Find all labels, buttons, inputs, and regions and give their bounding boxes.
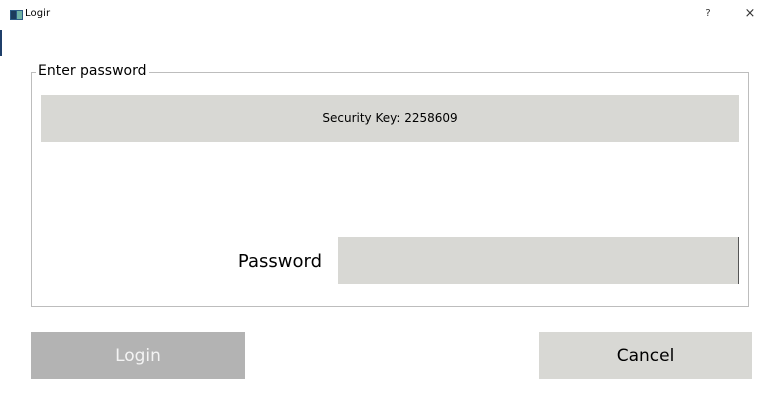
window-title: Logir xyxy=(25,8,51,19)
password-label: Password xyxy=(237,251,322,272)
cancel-button[interactable]: Cancel xyxy=(539,332,752,379)
group-box-title: Enter password xyxy=(36,61,149,81)
window-edge xyxy=(0,30,2,56)
security-key-text: Security Key: 2258609 xyxy=(322,111,458,125)
app-window-icon xyxy=(10,10,23,20)
login-button[interactable]: Login xyxy=(31,332,245,379)
login-dialog: Logir ? × Enter password Security Key: 2… xyxy=(0,0,765,396)
title-bar[interactable]: Logir ? × xyxy=(0,0,765,30)
security-key-banner: Security Key: 2258609 xyxy=(41,95,739,142)
password-input[interactable] xyxy=(338,237,739,284)
close-button[interactable]: × xyxy=(742,6,758,22)
help-button[interactable]: ? xyxy=(700,6,716,22)
